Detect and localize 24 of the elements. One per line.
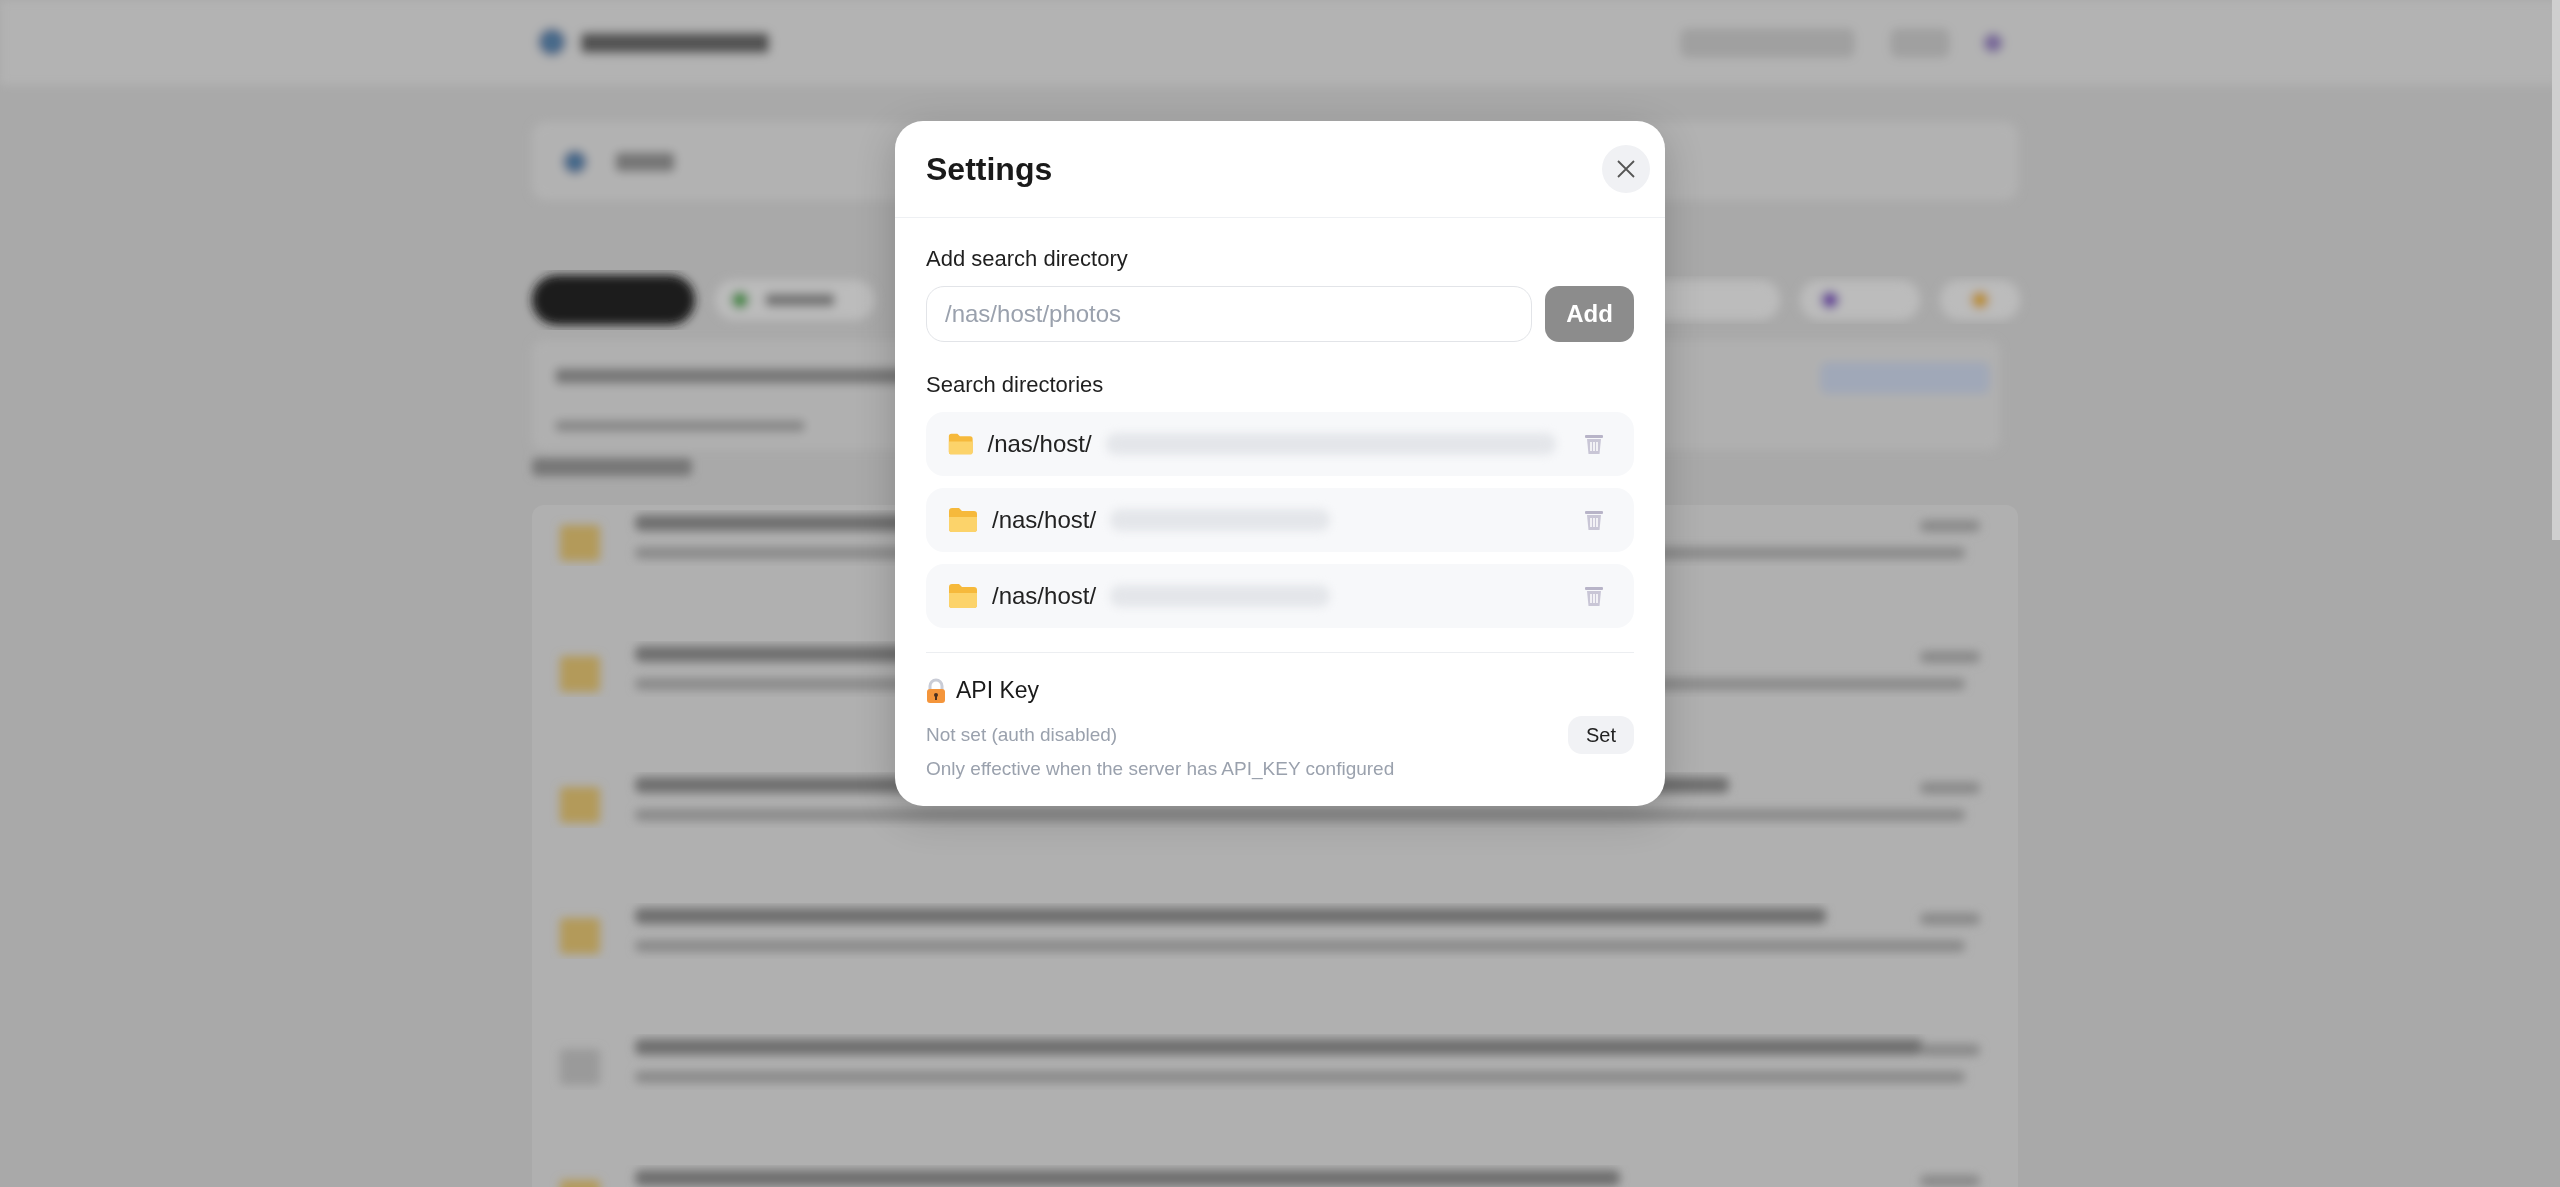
scrollbar-thumb[interactable] (2552, 0, 2560, 540)
folder-icon (948, 507, 978, 533)
set-button[interactable]: Set (1567, 716, 1634, 754)
directory-path: /nas/host/ (987, 430, 1092, 458)
api-key-note: Only effective when the server has API_KEY configured (926, 758, 1396, 780)
delete-button[interactable] (1584, 509, 1604, 531)
trash-icon (1584, 509, 1604, 531)
directory-input[interactable]: /nas/host/photos (926, 286, 1532, 342)
lock-icon (926, 677, 946, 704)
folder-icon (948, 431, 974, 457)
section-label: Add search directory (926, 246, 1129, 272)
delete-button[interactable] (1584, 585, 1604, 607)
close-icon (1616, 159, 1636, 179)
api-key-title: API Key (956, 677, 1040, 704)
api-key-status: Not set (auth disabled) (926, 724, 1118, 746)
section-label: Search directories (926, 372, 1105, 398)
folder-icon (948, 583, 978, 609)
delete-button[interactable] (1584, 433, 1604, 455)
directory-path: /nas/host/ (992, 506, 1097, 534)
trash-icon (1584, 585, 1604, 607)
directory-path: /nas/host/ (992, 582, 1097, 610)
close-button[interactable] (1602, 145, 1650, 193)
trash-icon (1584, 433, 1604, 455)
dialog-title: Settings (926, 150, 1053, 188)
